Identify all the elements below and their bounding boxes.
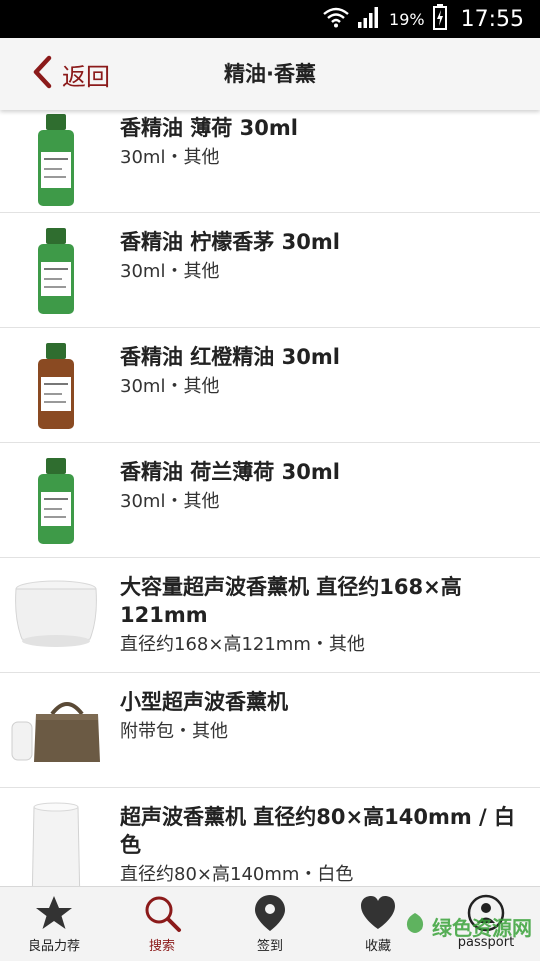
list-item[interactable]: 大容量超声波香薰机 直径约168×高121mm 直径约168×高121mm・其他	[0, 557, 540, 673]
list-item[interactable]: 香精油 红橙精油 30ml 30ml・其他	[0, 327, 540, 443]
product-subtitle: 30ml・其他	[120, 261, 220, 282]
battery-percent: 19%	[389, 9, 425, 29]
product-thumbnail	[10, 212, 102, 327]
nav-label: 搜索	[148, 939, 175, 954]
battery-icon	[432, 4, 447, 34]
wifi-icon	[323, 6, 349, 32]
status-bar: 19% 17:55	[0, 0, 540, 38]
search-icon	[108, 893, 216, 933]
back-label: 返回	[62, 62, 110, 91]
product-title: 小型超声波香薰机	[120, 690, 288, 714]
nav-item-favorites[interactable]: 收藏	[324, 887, 432, 961]
product-title: 香精油 荷兰薄荷 30ml	[120, 460, 340, 484]
nav-item-recommend[interactable]: 良品力荐	[0, 887, 108, 961]
bottom-navigation: 良品力荐 搜索 签到 收藏 passport	[0, 886, 540, 961]
heart-icon	[324, 893, 432, 933]
status-icons: 19% 17:55	[323, 0, 524, 38]
app-header: 返回 精油·香薰	[0, 38, 540, 110]
product-subtitle: 30ml・其他	[120, 376, 220, 397]
list-item[interactable]: 香精油 薄荷 30ml 30ml・其他	[0, 110, 540, 213]
nav-item-search[interactable]: 搜索	[108, 887, 216, 961]
product-thumbnail	[10, 672, 102, 787]
product-thumbnail	[10, 442, 102, 557]
product-thumbnail	[10, 787, 102, 886]
product-title: 香精油 薄荷 30ml	[120, 116, 298, 140]
product-subtitle: 附带包・其他	[120, 721, 228, 742]
product-thumbnail	[10, 557, 102, 672]
location-pin-icon	[216, 893, 324, 933]
list-item[interactable]: 香精油 荷兰薄荷 30ml 30ml・其他	[0, 442, 540, 558]
list-item[interactable]: 小型超声波香薰机 附带包・其他	[0, 672, 540, 788]
person-icon	[432, 893, 540, 933]
nav-item-checkin[interactable]: 签到	[216, 887, 324, 961]
chevron-left-icon	[32, 55, 52, 93]
back-button[interactable]: 返回	[32, 38, 110, 110]
nav-item-passport[interactable]: passport	[432, 887, 540, 961]
product-title: 香精油 红橙精油 30ml	[120, 345, 340, 369]
product-subtitle: 直径约168×高121mm・其他	[120, 634, 365, 655]
list-item[interactable]: 香精油 柠檬香茅 30ml 30ml・其他	[0, 212, 540, 328]
product-title: 大容量超声波香薰机 直径约168×高121mm	[120, 575, 462, 627]
product-title: 香精油 柠檬香茅 30ml	[120, 230, 340, 254]
product-subtitle: 直径约80×高140mm・白色	[120, 864, 354, 885]
product-title: 超声波香薰机 直径约80×高140mm / 白色	[120, 805, 516, 857]
nav-label: 签到	[256, 939, 283, 954]
star-icon	[0, 893, 108, 933]
nav-label: 良品力荐	[27, 939, 80, 954]
signal-icon	[357, 6, 381, 32]
product-thumbnail	[10, 327, 102, 442]
list-item[interactable]: 超声波香薰机 直径约80×高140mm / 白色 直径约80×高140mm・白色	[0, 787, 540, 886]
product-subtitle: 30ml・其他	[120, 147, 220, 168]
product-list[interactable]: 香精油 薄荷 30ml 30ml・其他 香精油 柠檬香茅 30ml 30ml・其…	[0, 110, 540, 886]
nav-label: 收藏	[364, 939, 391, 954]
status-time: 17:55	[460, 6, 524, 32]
product-thumbnail	[10, 110, 102, 212]
product-subtitle: 30ml・其他	[120, 491, 220, 512]
nav-label: passport	[457, 935, 515, 950]
